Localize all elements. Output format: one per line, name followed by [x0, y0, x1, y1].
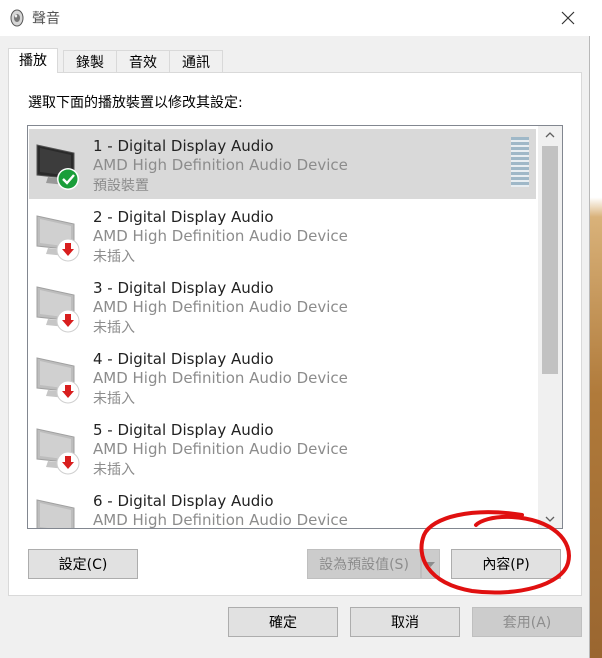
device-driver: AMD High Definition Audio Device — [93, 156, 348, 174]
chevron-down-icon — [545, 516, 555, 522]
chevron-down-icon — [426, 561, 435, 567]
monitor-icon — [36, 428, 80, 475]
device-status: 預設裝置 — [93, 178, 149, 194]
device-name: 4 - Digital Display Audio — [93, 350, 274, 368]
device-status: 未插入 — [93, 462, 135, 478]
device-driver: AMD High Definition Audio Device — [93, 369, 348, 387]
down-arrow-icon — [56, 309, 80, 333]
down-arrow-icon — [56, 451, 80, 475]
device-name: 3 - Digital Display Audio — [93, 279, 274, 297]
set-default-button[interactable]: 設為預設值(S) — [307, 549, 421, 579]
volume-meter — [511, 137, 529, 187]
window-title: 聲音 — [32, 11, 60, 27]
list-item[interactable]: 1 - Digital Display Audio AMD High Defin… — [29, 129, 536, 199]
close-button[interactable] — [546, 0, 590, 36]
device-name: 1 - Digital Display Audio — [93, 137, 274, 155]
monitor-icon — [36, 144, 79, 190]
device-status: 未插入 — [93, 391, 135, 407]
cancel-button[interactable]: 取消 — [350, 607, 460, 637]
device-driver: AMD High Definition Audio Device — [93, 298, 348, 316]
monitor-icon — [36, 499, 75, 528]
down-arrow-icon — [56, 380, 80, 404]
list-item[interactable]: 6 - Digital Display Audio AMD High Defin… — [29, 484, 536, 529]
list-item[interactable]: 4 - Digital Display Audio AMD High Defin… — [29, 342, 536, 412]
device-status: 未插入 — [93, 320, 135, 336]
monitor-icon — [36, 215, 80, 262]
list-item[interactable]: 5 - Digital Display Audio AMD High Defin… — [29, 413, 536, 483]
scroll-thumb[interactable] — [542, 146, 558, 374]
speaker-icon — [10, 9, 24, 27]
properties-button[interactable]: 內容(P) — [451, 549, 561, 579]
device-name: 6 - Digital Display Audio — [93, 492, 274, 510]
device-driver: AMD High Definition Audio Device — [93, 227, 348, 245]
scroll-up-button[interactable] — [538, 126, 562, 144]
configure-button[interactable]: 設定(C) — [28, 549, 138, 579]
device-driver: AMD High Definition Audio Device — [93, 440, 348, 458]
instruction-label: 選取下面的播放裝置以修改其設定: — [28, 95, 243, 111]
device-list[interactable]: 1 - Digital Display Audio AMD High Defin… — [27, 125, 563, 529]
device-status: 未插入 — [93, 249, 135, 265]
title-bar: 聲音 — [0, 0, 590, 36]
apply-button[interactable]: 套用(A) — [472, 607, 582, 637]
list-item[interactable]: 3 - Digital Display Audio AMD High Defin… — [29, 271, 536, 341]
device-name: 2 - Digital Display Audio — [93, 208, 274, 226]
monitor-icon — [36, 357, 80, 404]
device-driver: AMD High Definition Audio Device — [93, 511, 348, 529]
ok-button[interactable]: 確定 — [228, 607, 338, 637]
tab-sounds[interactable]: 音效 — [116, 50, 170, 72]
chevron-up-icon — [545, 132, 555, 138]
close-icon — [561, 11, 575, 25]
tab-communications[interactable]: 通訊 — [169, 50, 223, 72]
down-arrow-icon — [56, 238, 80, 262]
sound-dialog: 聲音 播放 錄製 音效 通訊 選取下面的播放裝置以修改其設定: 1 - Digi… — [0, 0, 590, 658]
list-item[interactable]: 2 - Digital Display Audio AMD High Defin… — [29, 200, 536, 270]
scroll-down-button[interactable] — [538, 510, 562, 528]
device-name: 5 - Digital Display Audio — [93, 421, 274, 439]
set-default-dropdown[interactable] — [421, 549, 440, 579]
monitor-icon — [36, 286, 80, 333]
tab-playback[interactable]: 播放 — [8, 48, 58, 73]
tab-recording[interactable]: 錄製 — [63, 50, 117, 72]
vertical-scrollbar[interactable] — [538, 126, 562, 528]
checkmark-icon — [57, 168, 79, 190]
